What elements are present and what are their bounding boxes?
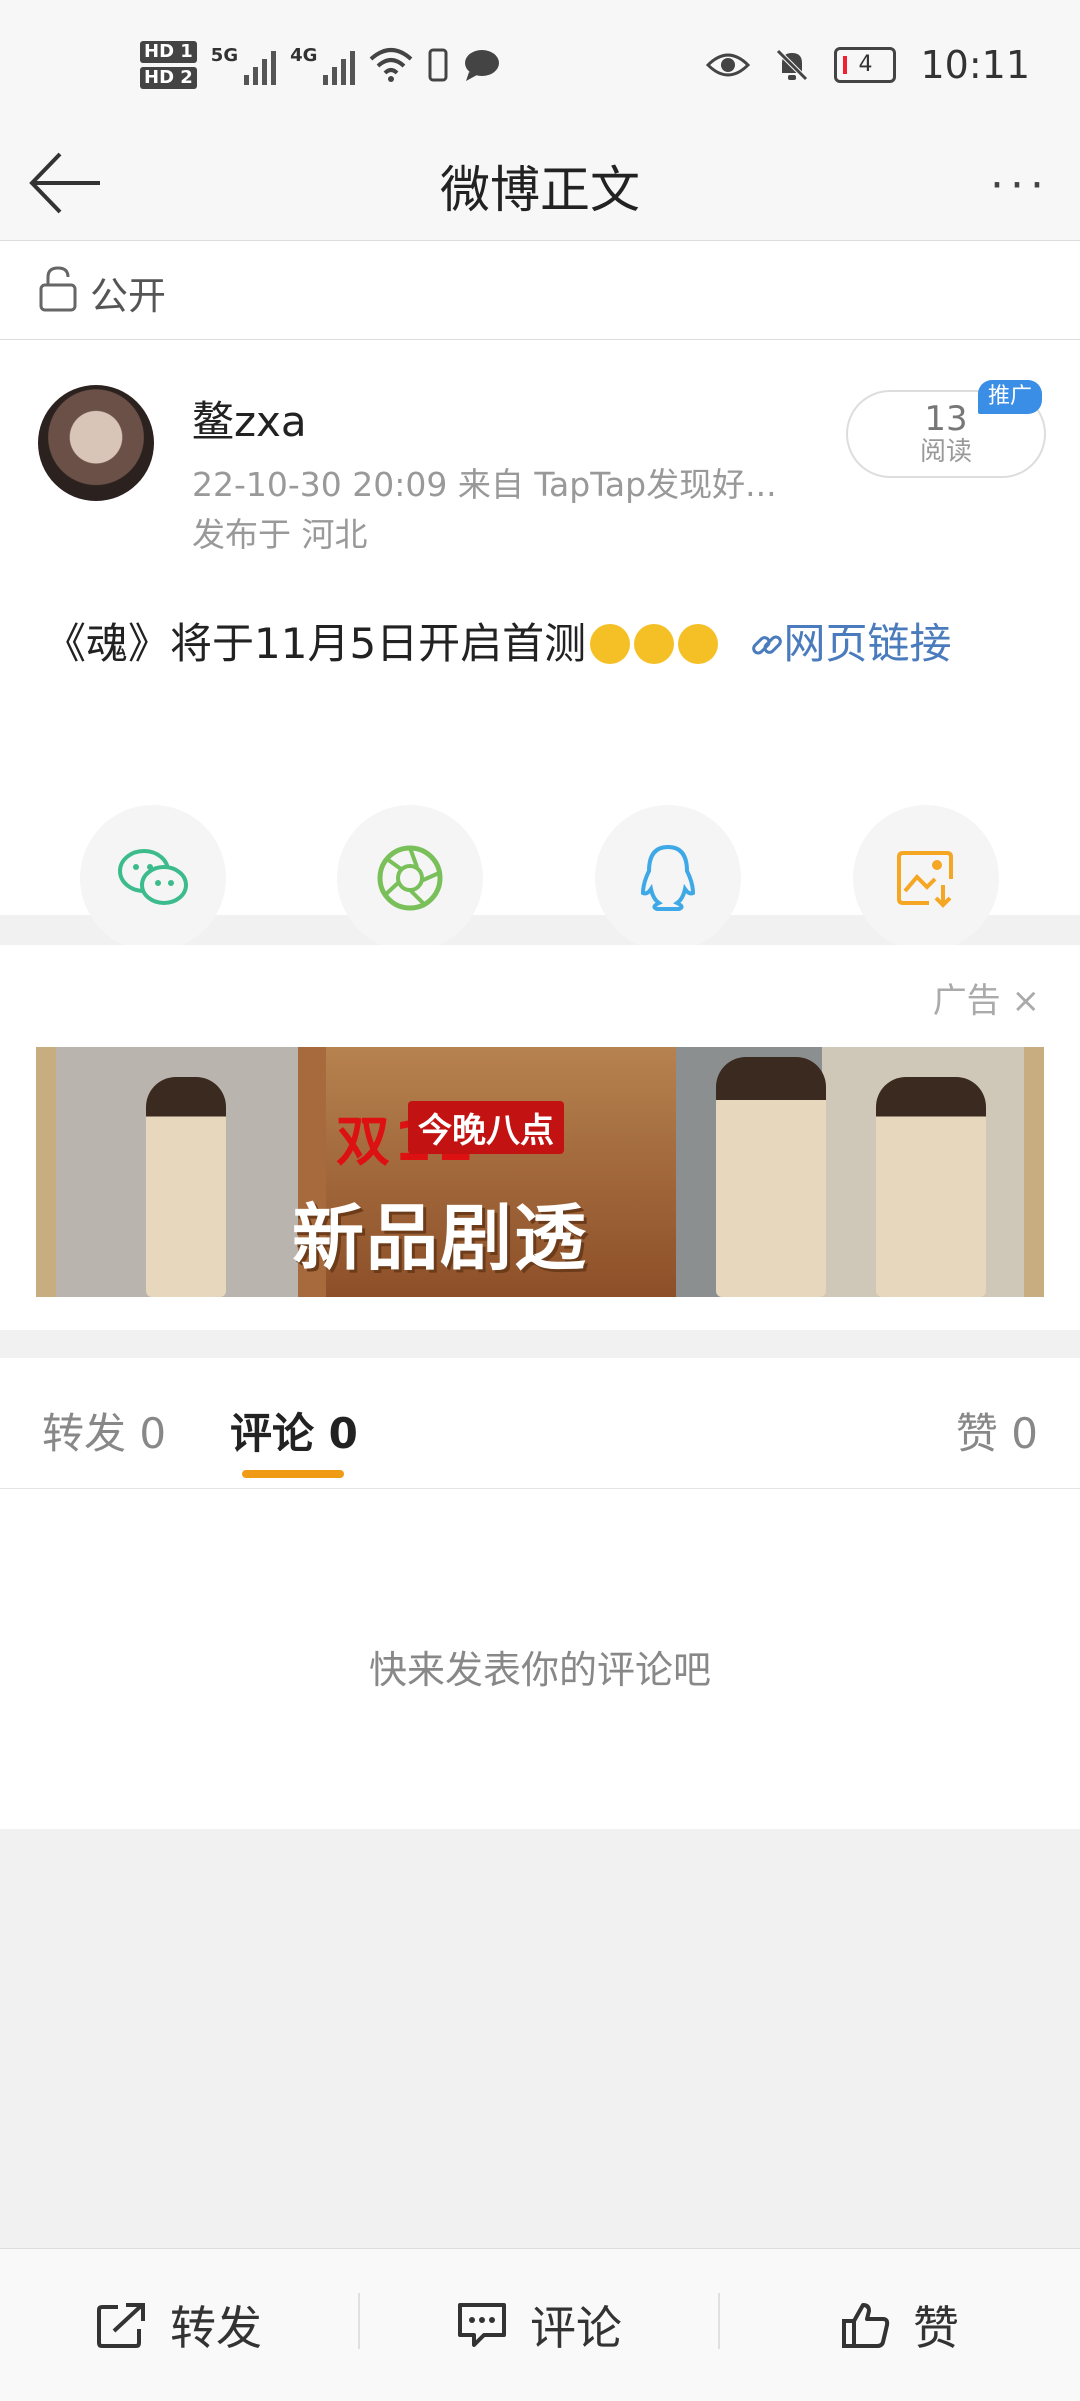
ad-label[interactable]: 广告 × <box>933 973 1040 1022</box>
share-wechat-button[interactable] <box>80 805 226 951</box>
thumbs-up-icon <box>842 2303 890 2348</box>
battery-icon: 4 <box>834 47 897 83</box>
wechat-icon <box>118 849 188 905</box>
ad-banner[interactable]: 双11 今晚八点 新品剧透 <box>36 1047 1044 1297</box>
tab-like[interactable]: 赞 0 <box>956 1400 1038 1461</box>
ad-section: 广告 × 双11 今晚八点 新品剧透 <box>0 945 1080 1330</box>
page-title: 微博正文 <box>440 161 640 219</box>
more-options-button[interactable]: ··· <box>970 160 1050 211</box>
like-label: 赞 <box>913 2301 959 2355</box>
ad-title-time: 今晚八点 <box>408 1101 564 1154</box>
interaction-tabs: 转发 0 评论 0 赞 0 <box>0 1358 1080 1489</box>
model-figure <box>716 1057 826 1297</box>
visibility-row[interactable]: 公开 <box>0 241 1080 340</box>
share-moments-button[interactable] <box>337 805 483 951</box>
model-figure <box>876 1077 986 1297</box>
signal-4g-icon: 4G <box>290 45 356 85</box>
phone-icon <box>428 48 448 82</box>
post-location: 发布于 河北 <box>192 515 368 554</box>
message-icon <box>465 50 500 81</box>
comment-label: 评论 <box>530 2301 622 2355</box>
visibility-label: 公开 <box>90 274 167 318</box>
web-link[interactable]: 网页链接 <box>750 619 952 668</box>
save-image-button[interactable] <box>853 805 999 951</box>
post-content: 《魂》将于11月5日开启首测 网页链接 <box>44 610 952 671</box>
comment-button[interactable]: 评论 <box>360 2249 718 2401</box>
repost-button[interactable]: 转发 <box>0 2249 358 2401</box>
empty-comments-text: 快来发表你的评论吧 <box>368 1648 711 1692</box>
clock: 10:11 <box>920 43 1030 87</box>
ad-close-icon[interactable]: × <box>1012 981 1041 1021</box>
post-card: 鳌zxa 22-10-30 20:09 来自 TapTap发现好... 发布于 … <box>0 340 1080 951</box>
net1-label: 5G <box>210 45 239 66</box>
emoji-icon <box>634 624 675 664</box>
tab-repost[interactable]: 转发 0 <box>42 1400 166 1461</box>
active-tab-indicator <box>242 1470 344 1478</box>
link-icon <box>751 635 782 655</box>
wifi-icon <box>370 48 413 82</box>
bottom-action-bar: 转发 评论 赞 <box>0 2248 1080 2401</box>
status-left: HD 1 HD 2 5G 4G <box>140 30 501 100</box>
avatar[interactable] <box>38 385 154 501</box>
sim2-label: HD 2 <box>140 67 197 89</box>
emoji-icon <box>678 624 719 664</box>
username[interactable]: 鳌zxa <box>192 388 307 449</box>
ad-label-text: 广告 <box>932 981 1001 1021</box>
sim1-label: HD 1 <box>140 41 197 63</box>
emoji-icon <box>590 624 631 664</box>
share-qq-button[interactable] <box>595 805 741 951</box>
comment-list: 快来发表你的评论吧 <box>0 1489 1080 1829</box>
status-bar: HD 1 HD 2 5G 4G 4 10:11 <box>0 0 1080 130</box>
post-text: 《魂》将于11月5日开启首测 <box>44 619 587 668</box>
repost-icon <box>97 2303 145 2348</box>
promote-badge[interactable]: 推广 <box>978 380 1042 414</box>
save-image-icon <box>897 851 953 908</box>
comment-icon <box>458 2303 506 2347</box>
qq-icon <box>640 844 696 911</box>
eye-icon <box>706 53 751 77</box>
web-link-label: 网页链接 <box>783 619 952 668</box>
sim-indicator: HD 1 HD 2 <box>140 41 197 89</box>
signal-5g-icon: 5G <box>210 45 277 85</box>
repost-label: 转发 <box>170 2301 262 2355</box>
mute-bell-icon <box>776 49 809 81</box>
read-label: 阅读 <box>919 437 972 467</box>
post-meta: 22-10-30 20:09 来自 TapTap发现好... <box>192 465 777 504</box>
model-figure <box>146 1077 226 1297</box>
moments-icon <box>377 845 443 911</box>
status-right: 4 10:11 <box>706 40 1030 90</box>
ad-title-sub: 新品剧透 <box>292 1196 589 1280</box>
like-button[interactable]: 赞 <box>720 2249 1080 2401</box>
unlock-icon <box>39 266 77 312</box>
net2-label: 4G <box>290 45 318 66</box>
tab-comment[interactable]: 评论 0 <box>230 1400 358 1461</box>
nav-bar: 微博正文 ··· <box>0 130 1080 241</box>
